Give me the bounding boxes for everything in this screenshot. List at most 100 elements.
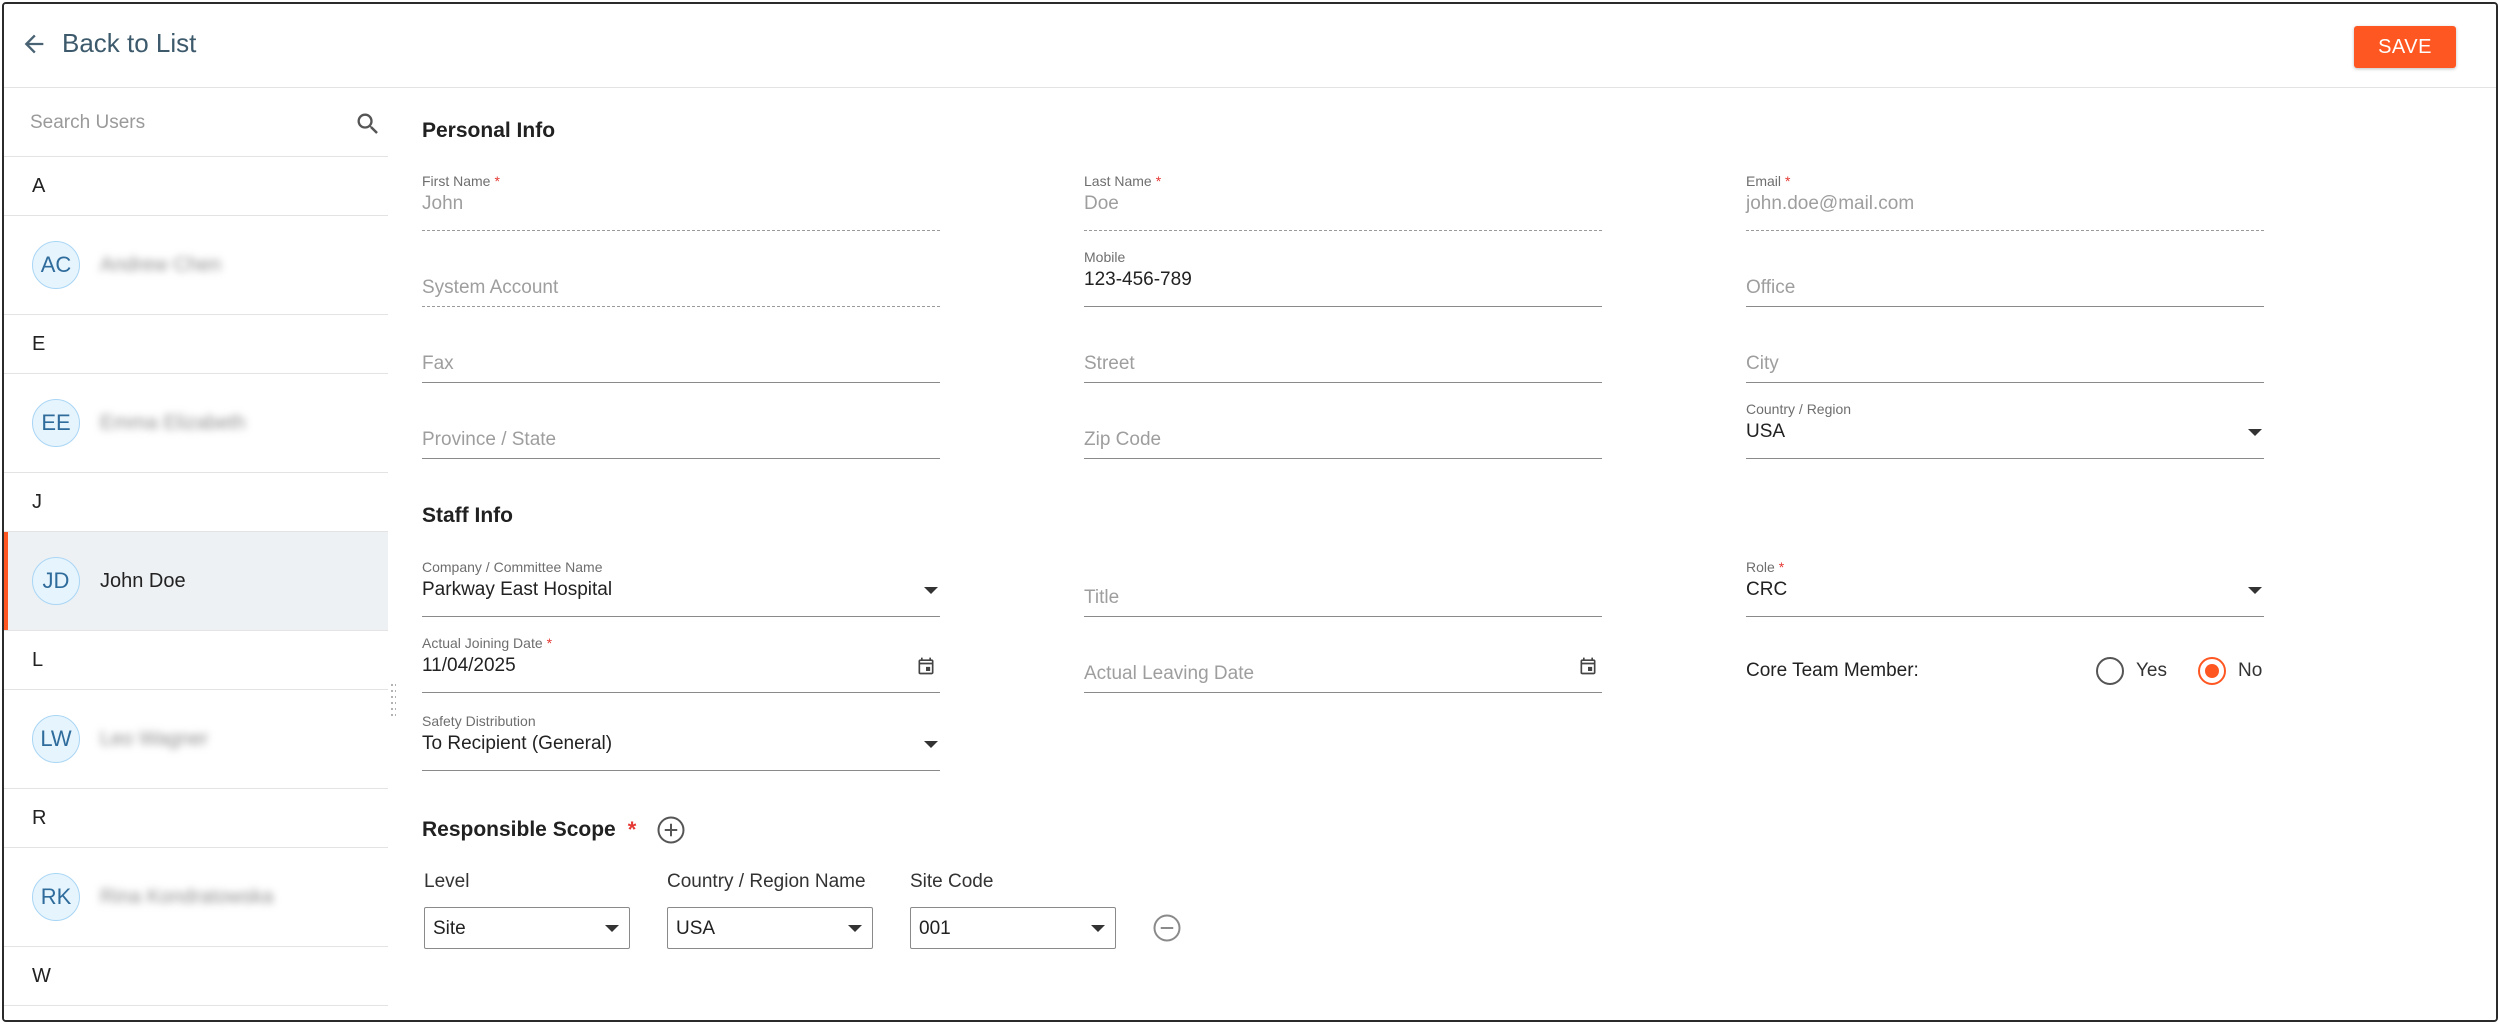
- letter-header-a: A: [4, 157, 388, 216]
- add-circle-icon[interactable]: [656, 815, 686, 845]
- search-input[interactable]: [30, 107, 330, 139]
- dropdown-caret-icon: [2248, 429, 2262, 436]
- save-button[interactable]: SAVE: [2354, 26, 2456, 68]
- first-name-label: First Name: [422, 173, 491, 189]
- country-region-select[interactable]: Country / Region USA: [1746, 401, 2264, 459]
- required-marker: *: [546, 635, 553, 651]
- user-sidebar: A AC Andrew Chen E EE Emma Elizabeth J J…: [4, 89, 388, 1020]
- user-item-selected[interactable]: JD John Doe: [4, 532, 388, 631]
- country-region-column-label: Country / Region Name: [667, 871, 866, 892]
- company-select[interactable]: Company / Committee Name Parkway East Ho…: [422, 559, 940, 617]
- radio-unchecked-icon: [2096, 657, 2124, 685]
- role-label: Role: [1746, 559, 1775, 575]
- avatar: LW: [32, 715, 80, 763]
- remove-circle-icon[interactable]: [1152, 913, 1182, 943]
- user-name: Emma Elizabeth: [100, 411, 246, 434]
- staff-info-title: Staff Info: [422, 504, 513, 527]
- dropdown-caret-icon: [924, 741, 938, 748]
- core-team-yes-radio[interactable]: Yes: [2096, 657, 2167, 685]
- country-region-value: USA: [1746, 421, 1786, 442]
- core-team-no-radio[interactable]: No: [2198, 657, 2262, 685]
- level-column-label: Level: [424, 871, 470, 892]
- required-marker: *: [1155, 173, 1162, 189]
- required-marker: *: [1778, 559, 1785, 575]
- radio-no-label: No: [2238, 660, 2263, 681]
- avatar: JD: [32, 557, 80, 605]
- radio-checked-icon: [2198, 657, 2226, 685]
- mobile-field[interactable]: Mobile 123-456-789: [1084, 249, 1602, 307]
- joining-date-value: 11/04/2025: [422, 655, 516, 676]
- letter-header-j: J: [4, 473, 388, 532]
- joining-date-field[interactable]: Actual Joining Date * 11/04/2025: [422, 635, 940, 693]
- required-marker: *: [494, 173, 500, 189]
- arrow-left-icon: [24, 34, 44, 53]
- zip-code-field[interactable]: Zip Code: [1084, 401, 1602, 459]
- core-team-label: Core Team Member:: [1746, 660, 1919, 681]
- calendar-icon[interactable]: [1578, 656, 1598, 676]
- level-select[interactable]: Site: [424, 907, 630, 949]
- company-label: Company / Committee Name: [422, 559, 603, 575]
- search-bar: [4, 89, 388, 157]
- system-account-placeholder: System Account: [422, 277, 559, 298]
- role-value: CRC: [1746, 579, 1788, 600]
- safety-distribution-value: To Recipient (General): [422, 733, 613, 754]
- fax-field[interactable]: Fax: [422, 325, 940, 383]
- back-to-list-link[interactable]: Back to List: [20, 28, 196, 59]
- street-field[interactable]: Street: [1084, 325, 1602, 383]
- email-field[interactable]: Email * john.doe@mail.com: [1746, 173, 2264, 231]
- mobile-label: Mobile: [1084, 249, 1126, 265]
- first-name-value: John: [422, 193, 464, 214]
- site-code-select[interactable]: 001: [910, 907, 1116, 949]
- leaving-date-field[interactable]: Actual Leaving Date: [1084, 635, 1602, 693]
- title-field[interactable]: Title: [1084, 559, 1602, 617]
- letter-header-e: E: [4, 315, 388, 374]
- email-value: john.doe@mail.com: [1746, 193, 1915, 214]
- search-icon[interactable]: [354, 110, 382, 138]
- joining-date-label: Actual Joining Date: [422, 635, 543, 651]
- last-name-label: Last Name: [1084, 173, 1152, 189]
- mobile-value: 123-456-789: [1084, 269, 1192, 290]
- system-account-field[interactable]: System Account: [422, 249, 940, 307]
- avatar: AC: [32, 241, 80, 289]
- top-bar: Back to List SAVE: [4, 4, 2496, 88]
- first-name-field[interactable]: First Name * John: [422, 173, 940, 231]
- safety-distribution-label: Safety Distribution: [422, 713, 536, 729]
- user-item[interactable]: AC Andrew Chen: [4, 216, 388, 315]
- title-placeholder: Title: [1084, 587, 1120, 608]
- dropdown-caret-icon: [848, 925, 862, 932]
- country-region-label: Country / Region: [1746, 401, 1852, 417]
- safety-distribution-select[interactable]: Safety Distribution To Recipient (Genera…: [422, 713, 940, 771]
- user-item[interactable]: EE Emma Elizabeth: [4, 374, 388, 473]
- office-placeholder: Office: [1746, 277, 1796, 298]
- dropdown-caret-icon: [924, 587, 938, 594]
- city-placeholder: City: [1746, 353, 1779, 374]
- responsible-scope-title: Responsible Scope: [422, 818, 616, 841]
- avatar: EE: [32, 399, 80, 447]
- user-item[interactable]: RK Rina Kondratowska: [4, 848, 388, 947]
- site-code-column-label: Site Code: [910, 871, 994, 892]
- user-name: Rina Kondratowska: [100, 885, 274, 908]
- user-detail-form: Personal Info First Name * John Last Name…: [396, 89, 2496, 1020]
- user-item[interactable]: LW Leo Wagner: [4, 690, 388, 789]
- letter-header-w: W: [4, 947, 388, 1006]
- company-value: Parkway East Hospital: [422, 579, 613, 600]
- user-name: Leo Wagner: [100, 727, 209, 750]
- letter-header-r: R: [4, 789, 388, 848]
- calendar-icon[interactable]: [916, 656, 936, 676]
- fax-placeholder: Fax: [422, 353, 454, 374]
- app-frame: Back to List SAVE A AC Andrew Chen E EE …: [2, 2, 2498, 1022]
- last-name-field[interactable]: Last Name * Doe: [1084, 173, 1602, 231]
- scope-country-select[interactable]: USA: [667, 907, 873, 949]
- letter-header-l: L: [4, 631, 388, 690]
- email-label: Email: [1746, 173, 1782, 189]
- province-field[interactable]: Province / State: [422, 401, 940, 459]
- required-marker: *: [1785, 173, 1791, 189]
- radio-yes-label: Yes: [2136, 660, 2167, 681]
- city-field[interactable]: City: [1746, 325, 2264, 383]
- user-name: John Doe: [100, 569, 186, 592]
- last-name-value: Doe: [1084, 193, 1119, 214]
- role-select[interactable]: Role * CRC: [1746, 559, 2264, 617]
- user-name: Andrew Chen: [100, 253, 222, 276]
- office-field[interactable]: Office: [1746, 249, 2264, 307]
- back-label: Back to List: [62, 28, 197, 58]
